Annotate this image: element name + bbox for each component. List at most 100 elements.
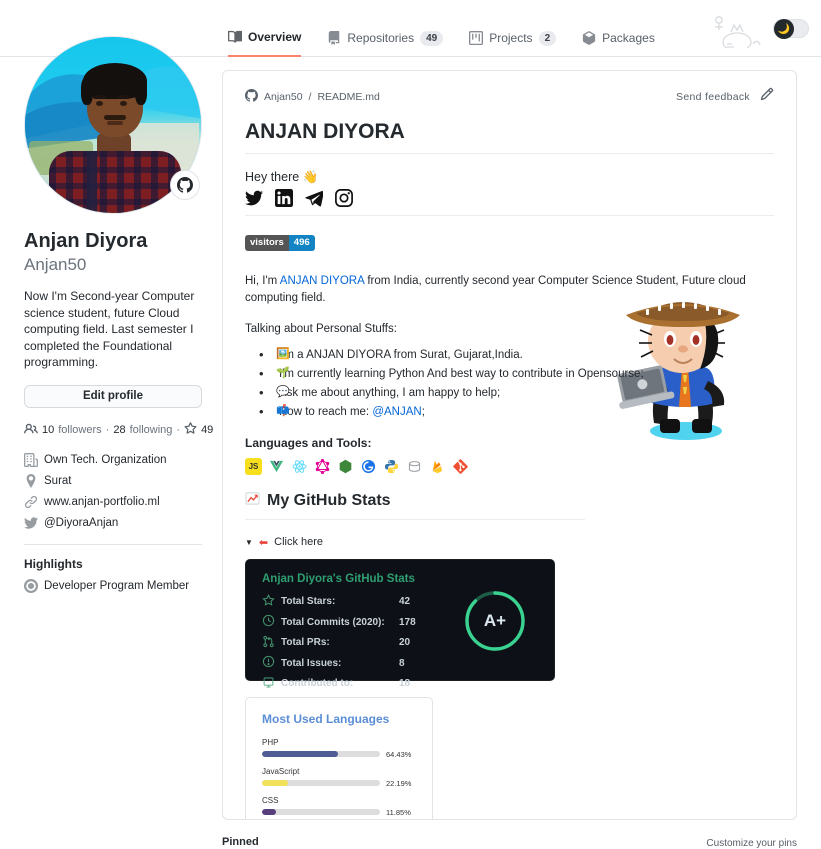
following-count[interactable]: 28 — [113, 424, 125, 436]
javascript-icon[interactable]: JS — [245, 457, 262, 475]
stat-label: Total Stars: — [281, 596, 336, 607]
intro-pre: Hi, I'm — [245, 274, 280, 287]
click-here-label[interactable]: Click here — [274, 536, 323, 548]
stars-count[interactable]: 49 — [201, 424, 213, 436]
stat-value: 178 — [399, 616, 416, 628]
language-bar-row: 64.43% — [262, 750, 416, 759]
pencil-icon[interactable] — [760, 87, 774, 106]
mssql-icon[interactable] — [406, 458, 423, 475]
speech-balloon-icon: 💬 — [276, 385, 290, 398]
language-entry: CSS 11.85% — [262, 796, 416, 817]
linkedin-icon[interactable] — [275, 188, 293, 207]
language-bar-track — [262, 780, 380, 786]
python-icon[interactable] — [383, 458, 400, 475]
meta-twitter[interactable]: @DiyoraAnjan — [24, 516, 202, 530]
stat-label: Contributed to: — [281, 678, 354, 689]
stat-value: 42 — [399, 596, 411, 607]
project-icon — [469, 31, 484, 45]
language-bar-track — [262, 809, 380, 815]
greeting-text: Hey there — [245, 170, 300, 184]
stats-heading-text: My GitHub Stats — [267, 491, 391, 509]
visitors-badge: visitors 496 — [245, 234, 315, 251]
link-icon — [24, 495, 38, 509]
profile-social-counts: 10 followers · 28 following · 49 — [24, 422, 213, 439]
readme-card: Anjan50 / README.md Send feedback ANJAN … — [222, 70, 797, 820]
avatar-eye-right — [120, 101, 127, 106]
customize-pins-link[interactable]: Customize your pins — [706, 838, 797, 849]
developer-program-icon — [24, 578, 38, 593]
dark-mode-toggle[interactable]: 🌙 — [773, 19, 809, 39]
breadcrumb-separator: / — [308, 90, 312, 103]
vue-icon[interactable] — [268, 458, 285, 475]
organization-icon — [24, 452, 38, 467]
instagram-icon[interactable] — [335, 188, 353, 207]
stats-card-title: Anjan Diyora's GitHub Stats — [262, 572, 415, 585]
avatar-shirt-placket — [87, 151, 97, 213]
avatar-moustache — [104, 115, 126, 120]
language-name: PHP — [262, 737, 279, 747]
repo-icon — [262, 676, 275, 692]
separator-dot-2: · — [176, 424, 181, 436]
avatar-container — [24, 36, 202, 214]
readme-social-links — [245, 188, 774, 216]
avatar-brow-left — [93, 95, 106, 99]
firebase-icon[interactable] — [429, 458, 446, 475]
star-icon — [184, 422, 197, 438]
google-cloud-icon[interactable] — [360, 458, 377, 475]
telegram-icon[interactable] — [305, 189, 324, 207]
people-icon — [24, 422, 38, 439]
chart-increasing-icon — [245, 491, 260, 511]
meta-organization[interactable]: Own Tech. Organization — [24, 452, 202, 467]
list-item-text: I'm a ANJAN DIYORA from Surat, Gujarat,I… — [279, 348, 523, 361]
tab-packages[interactable]: Packages — [582, 30, 655, 57]
language-entry: JavaScript 22.19% — [262, 767, 416, 788]
stat-label: Total Commits (2020): — [281, 616, 385, 628]
waving-hand-icon: 👋 — [302, 170, 319, 184]
highlight-developer-program[interactable]: Developer Program Member — [24, 578, 202, 593]
book-icon — [228, 30, 243, 44]
avatar-eye-left — [96, 101, 103, 106]
avatar-shirt-plaid — [49, 151, 181, 213]
twitter-icon[interactable] — [245, 189, 263, 207]
triangle-down-icon[interactable]: ▼ — [245, 538, 253, 547]
breadcrumb-file[interactable]: README.md — [317, 91, 379, 103]
reach-me-link[interactable]: @ANJAN — [372, 406, 421, 418]
tab-projects[interactable]: Projects 2 — [469, 30, 557, 57]
followers-label: followers — [58, 424, 102, 436]
list-item: 🖼️ I'm a ANJAN DIYORA from Surat, Gujara… — [259, 345, 774, 365]
github-stats-card: Anjan Diyora's GitHub Stats Total Stars:… — [245, 558, 555, 689]
tab-repositories[interactable]: Repositories 49 — [327, 30, 444, 57]
profile-sidebar: Anjan Diyora Anjan50 Now I'm Second-year… — [24, 36, 213, 600]
language-percent: 22.19% — [386, 778, 412, 788]
tab-overview[interactable]: Overview — [228, 30, 302, 57]
meta-text: www.anjan-portfolio.ml — [44, 495, 160, 508]
stat-label: Total Issues: — [281, 657, 342, 669]
send-feedback-link[interactable]: Send feedback — [676, 91, 750, 103]
breadcrumb-owner[interactable]: Anjan50 — [264, 91, 303, 103]
octocat-icon — [245, 88, 258, 105]
meta-location: Surat — [24, 473, 202, 488]
meta-website[interactable]: www.anjan-portfolio.ml — [24, 495, 202, 509]
readme-title: ANJAN DIYORA — [245, 106, 774, 154]
git-icon[interactable] — [452, 458, 469, 475]
twitter-icon — [24, 516, 38, 530]
nodejs-icon[interactable] — [337, 458, 354, 475]
meta-text: @DiyoraAnjan — [44, 516, 119, 529]
tab-counter: 2 — [538, 30, 557, 46]
profile-bio: Now I'm Second-year Computer science stu… — [24, 289, 195, 369]
followers-count[interactable]: 10 — [42, 424, 54, 436]
highlight-text: Developer Program Member — [44, 579, 190, 592]
list-item: 💬 Ask me about anything, I am happy to h… — [259, 383, 774, 403]
highlights-title: Highlights — [24, 556, 83, 571]
avatar-hair-left — [81, 77, 93, 105]
octocat-icon[interactable] — [170, 170, 200, 200]
click-here-row[interactable]: ▼ ⬅ Click here — [245, 536, 774, 549]
intro-name-link[interactable]: ANJAN DIYORA — [280, 275, 364, 287]
react-icon[interactable] — [291, 458, 308, 475]
frame-icon: 🖼️ — [276, 347, 290, 360]
rank-circle: A+ — [462, 588, 528, 654]
stat-value: 18 — [399, 678, 411, 689]
graphql-icon[interactable] — [314, 458, 331, 475]
language-bar-row: 11.85% — [262, 808, 416, 817]
edit-profile-button[interactable]: Edit profile — [24, 384, 202, 408]
